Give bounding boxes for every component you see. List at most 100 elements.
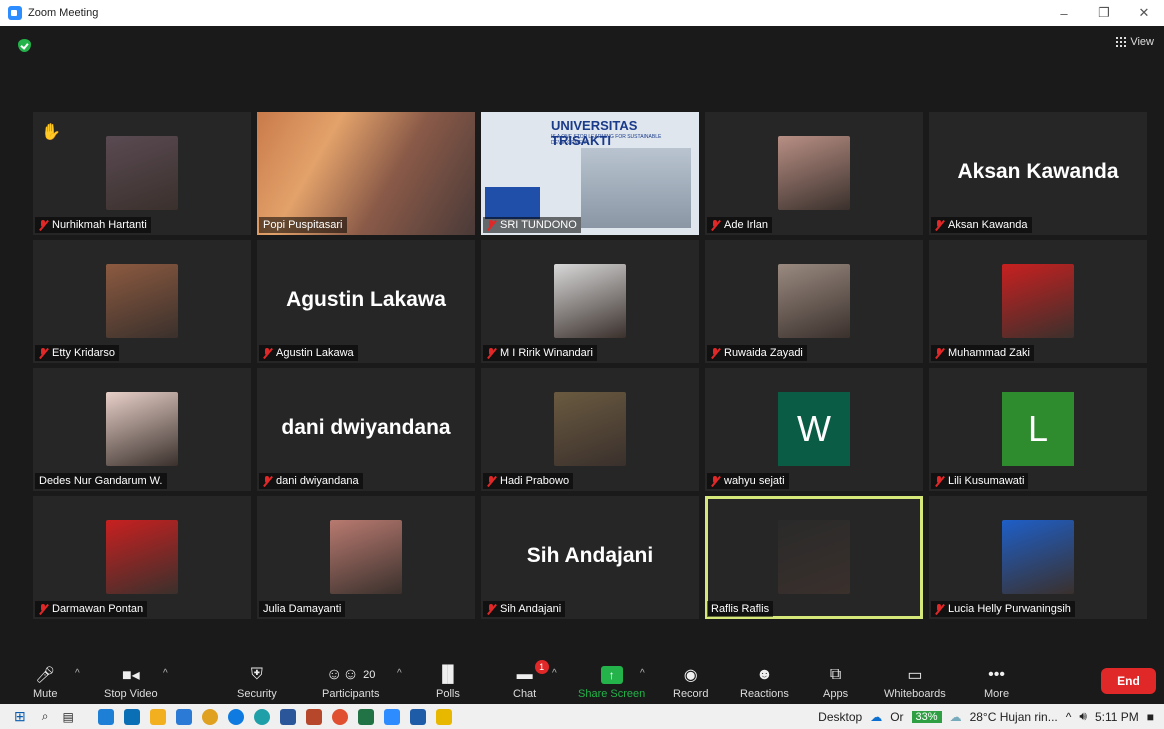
participant-name-tag: Sih Andajani <box>483 601 566 617</box>
audio-options-caret-icon[interactable]: ^ <box>75 668 80 679</box>
participant-tile[interactable]: Hadi Prabowo <box>481 368 699 491</box>
windows-start-icon[interactable]: ⊞ <box>14 708 26 725</box>
powerpoint-icon[interactable] <box>305 708 322 725</box>
participant-name-tag: Darmawan Pontan <box>35 601 148 617</box>
participant-name: Agustin Lakawa <box>276 347 354 359</box>
task-view-icon[interactable]: ▤ <box>62 710 73 724</box>
chat-options-caret-icon[interactable]: ^ <box>552 668 557 679</box>
muted-microphone-icon <box>935 603 944 615</box>
participant-photo <box>106 520 178 594</box>
photos-icon[interactable] <box>331 708 348 725</box>
edge-icon[interactable] <box>253 708 270 725</box>
reactions-button[interactable]: ☻ Reactions <box>740 664 789 700</box>
excel-icon[interactable] <box>357 708 374 725</box>
participant-tile[interactable]: M I Ririk Winandari <box>481 240 699 363</box>
reactions-smiley-icon: ☻ <box>756 666 773 683</box>
participant-tile[interactable]: ✋ Nurhikmah Hartanti <box>33 112 251 235</box>
muted-microphone-icon <box>935 219 944 231</box>
participant-name: Muhammad Zaki <box>948 347 1030 359</box>
more-ellipsis-icon: ••• <box>988 666 1005 683</box>
clock-time[interactable]: 5:11 PM <box>1095 710 1139 724</box>
share-screen-button[interactable]: ↑ Share Screen <box>578 664 645 700</box>
view-button[interactable]: View <box>1116 36 1154 48</box>
restore-button[interactable]: ❐ <box>1084 0 1124 26</box>
participant-display-name: Agustin Lakawa <box>286 288 446 311</box>
todo-app-icon[interactable] <box>175 708 192 725</box>
sticky-notes-icon[interactable] <box>435 708 452 725</box>
mail-app-icon[interactable] <box>97 708 114 725</box>
record-button[interactable]: ◉ Record <box>673 664 708 700</box>
participant-tile[interactable]: Etty Kridarso <box>33 240 251 363</box>
share-screen-icon-wrap: ↑ <box>600 664 623 686</box>
participant-name-tag: Popi Puspitasari <box>259 217 347 233</box>
speaker-icon[interactable]: 🔊︎ <box>1079 709 1087 724</box>
participant-tile[interactable]: Julia Damayanti <box>257 496 475 619</box>
participant-tile[interactable]: Popi Puspitasari <box>257 112 475 235</box>
participant-tile[interactable]: Ade Irlan <box>705 112 923 235</box>
battery-indicator[interactable]: 33% <box>911 710 942 723</box>
muted-microphone-icon <box>487 219 496 231</box>
word-icon[interactable] <box>279 708 296 725</box>
participant-tile[interactable]: L Lili Kusumawati <box>929 368 1147 491</box>
participants-options-caret-icon[interactable]: ^ <box>397 668 402 679</box>
stop-video-button[interactable]: ■◂ Stop Video <box>104 664 158 700</box>
apps-icon: ⧉ <box>829 666 842 683</box>
participant-tile[interactable]: Raflis Raflis <box>705 496 923 619</box>
whiteboards-button[interactable]: ▭ Whiteboards <box>884 664 946 700</box>
chrome-icon[interactable] <box>201 708 218 725</box>
mute-label: Mute <box>33 688 58 700</box>
chat-button[interactable]: ▬ 1 Chat <box>513 660 549 700</box>
polls-button[interactable]: ▐▌ Polls <box>436 664 460 700</box>
apps-button[interactable]: ⧉ Apps <box>823 664 848 700</box>
participant-photo <box>106 392 178 466</box>
muted-microphone-icon <box>487 475 496 487</box>
file-explorer-icon[interactable] <box>149 708 166 725</box>
participants-label: Participants <box>322 688 380 700</box>
close-button[interactable]: ✕ <box>1124 0 1164 26</box>
participant-tile[interactable]: Sih Andajani Sih Andajani <box>481 496 699 619</box>
end-meeting-button[interactable]: End <box>1101 668 1156 694</box>
participant-tile[interactable]: Aksan Kawanda Aksan Kawanda <box>929 112 1147 235</box>
participant-tile[interactable]: Darmawan Pontan <box>33 496 251 619</box>
weather-text[interactable]: 28°C Hujan rin... <box>970 710 1058 724</box>
share-options-caret-icon[interactable]: ^ <box>640 668 645 679</box>
browser-icon[interactable] <box>227 708 244 725</box>
participant-tile[interactable]: dani dwiyandana dani dwiyandana <box>257 368 475 491</box>
search-icon[interactable]: ⌕ <box>42 709 49 724</box>
participant-name: Darmawan Pontan <box>52 603 144 615</box>
record-circle-icon: ◉ <box>683 667 698 684</box>
participant-name-tag: Etty Kridarso <box>35 345 119 361</box>
participant-tile[interactable]: UNIVERSITAS TRISAKTI IS A ONE STOP LEARNI… <box>481 112 699 235</box>
participant-tile[interactable]: Wwahyu sejati <box>705 368 923 491</box>
participant-name-tag: Hadi Prabowo <box>483 473 574 489</box>
store-app-icon[interactable] <box>123 708 140 725</box>
title-bar: Zoom Meeting – ❐ ✕ <box>0 0 1164 26</box>
system-tray: Desktop ☁ Or 33% ☁ 28°C Hujan rin... ^ 🔊… <box>818 704 1154 729</box>
shared-content-subtitle: IS A ONE STOP LEARNING FOR SUSTAINABLE D… <box>551 134 662 146</box>
participant-photo <box>778 264 850 338</box>
participant-name-tag: SRI TUNDONO <box>483 217 581 233</box>
desktop-toolbar-label[interactable]: Desktop <box>818 710 862 724</box>
tray-overflow-chevron-icon[interactable]: ^ <box>1066 710 1072 724</box>
participants-button[interactable]: ☺☺ 20 Participants <box>322 664 379 700</box>
participant-name: Dedes Nur Gandarum W. <box>39 475 163 487</box>
more-label: More <box>984 688 1010 700</box>
participant-tile[interactable]: Dedes Nur Gandarum W. <box>33 368 251 491</box>
more-button[interactable]: ••• More <box>984 664 1009 700</box>
encryption-shield-icon[interactable] <box>18 39 31 52</box>
participant-tile[interactable]: Ruwaida Zayadi <box>705 240 923 363</box>
zoom-app-icon <box>8 6 22 20</box>
mute-button[interactable]: 🎤︎ Mute <box>33 664 57 700</box>
minimize-button[interactable]: – <box>1044 0 1084 26</box>
participant-tile[interactable]: Agustin Lakawa Agustin Lakawa <box>257 240 475 363</box>
security-button[interactable]: ⛨ Security <box>237 664 277 700</box>
onedrive-cloud-icon[interactable]: ☁ <box>870 710 882 724</box>
participant-name: Hadi Prabowo <box>500 475 570 487</box>
zoom-taskbar-icon[interactable] <box>383 708 400 725</box>
video-options-caret-icon[interactable]: ^ <box>163 668 168 679</box>
participant-tile[interactable]: Muhammad Zaki <box>929 240 1147 363</box>
app-icon[interactable] <box>409 708 426 725</box>
weather-icon: ☁ <box>949 709 962 724</box>
notifications-icon[interactable]: ■ <box>1147 710 1154 724</box>
participant-tile[interactable]: Lucia Helly Purwaningsih <box>929 496 1147 619</box>
